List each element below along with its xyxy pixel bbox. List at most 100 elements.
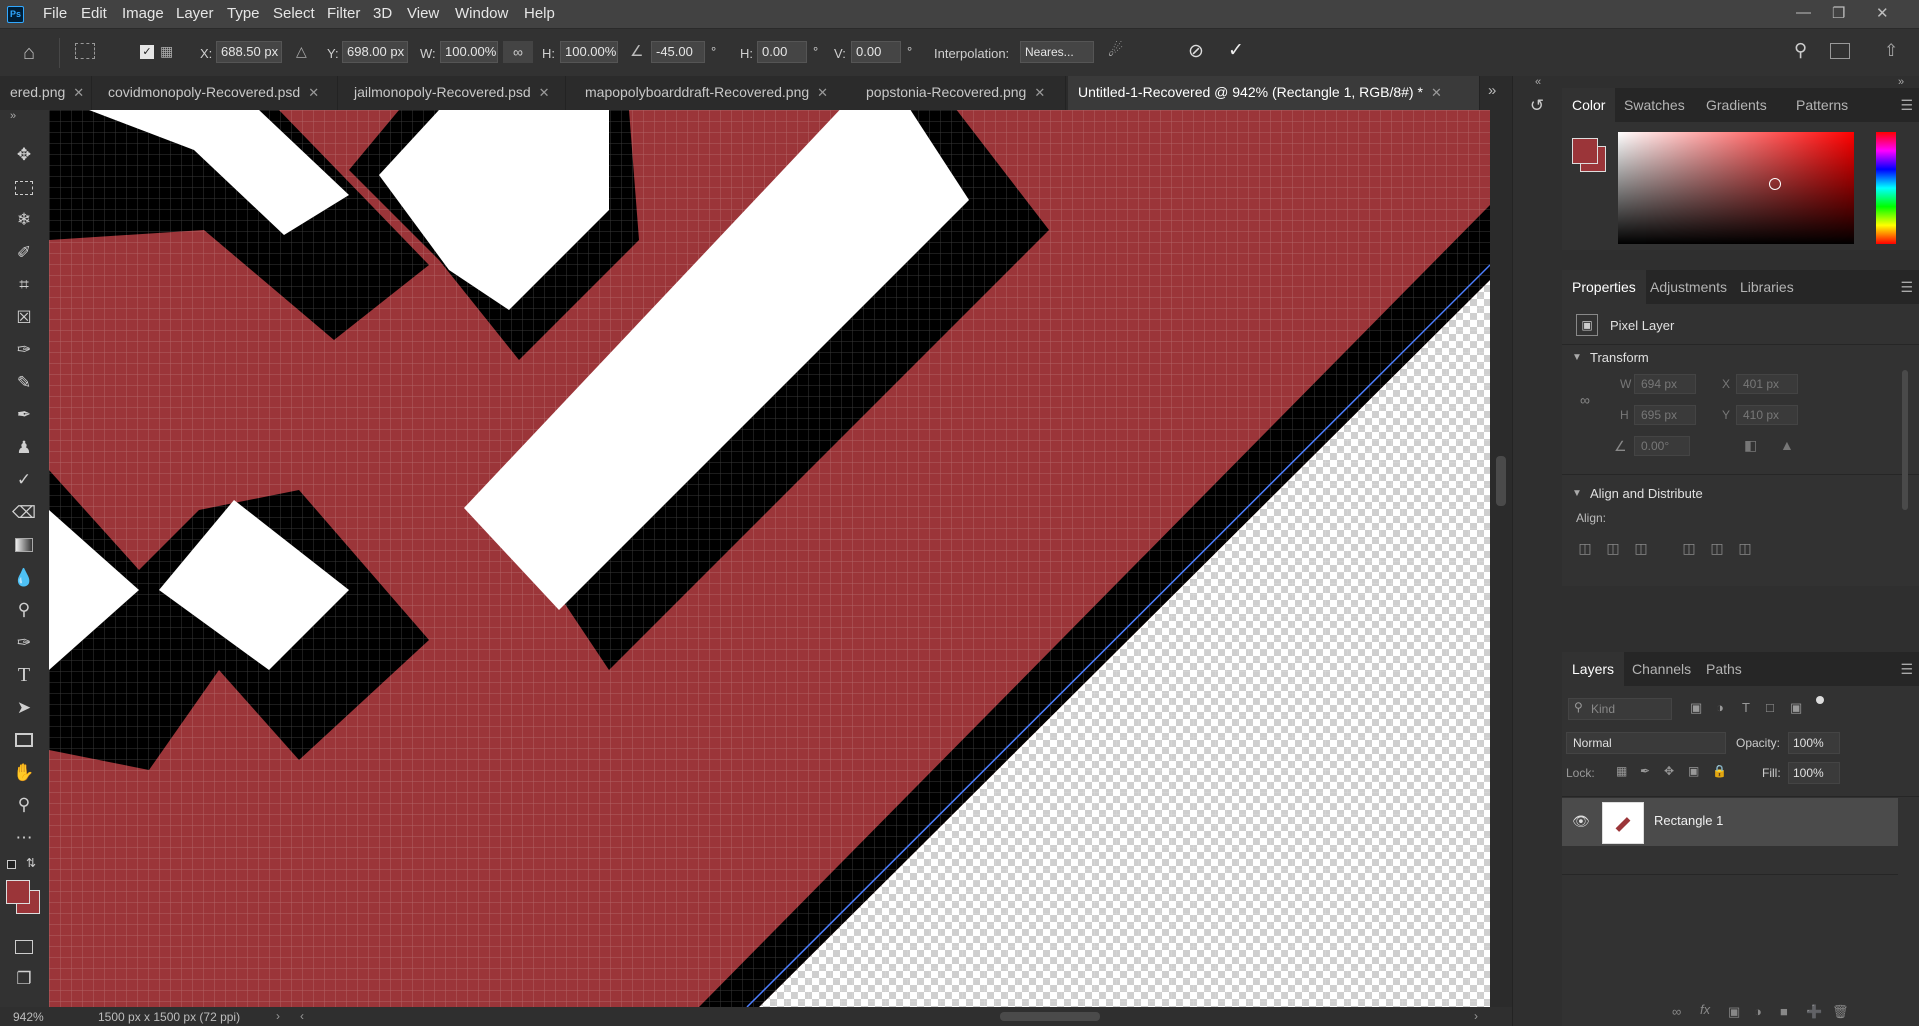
scroll-thumb[interactable] [1496,456,1506,506]
flip-horizontal-icon[interactable]: ◧ [1744,437,1757,454]
frame-tool-icon[interactable]: ☒ [12,306,36,330]
v-skew-field[interactable]: 0.00 [851,41,901,63]
menu-edit[interactable]: Edit [81,5,107,22]
tab-libraries[interactable]: Libraries [1730,270,1804,304]
menu-help[interactable]: Help [524,5,555,22]
type-tool-icon[interactable]: T [12,663,36,687]
height-field[interactable]: 100.00% [560,41,618,63]
lock-position-icon[interactable]: ✥ [1664,764,1674,778]
scroll-left-icon[interactable]: ‹ [300,1009,304,1023]
link-proportions-icon[interactable]: ∞ [503,41,533,63]
filter-pixel-icon[interactable]: ▣ [1690,700,1702,716]
new-layer-icon[interactable]: ➕ [1806,1004,1822,1020]
panel-menu-icon[interactable]: ☰ [1900,279,1913,296]
width-field[interactable]: 694 px [1634,374,1696,394]
filter-adjustment-icon[interactable]: ◑ [1716,700,1724,715]
tab-patterns[interactable]: Patterns [1786,88,1858,122]
angle-field[interactable]: 0.00° [1634,436,1690,456]
saturation-brightness-field[interactable] [1618,132,1854,244]
new-group-icon[interactable]: ■ [1780,1004,1788,1019]
layer-thumbnail[interactable] [1602,802,1644,844]
tab-adjustments[interactable]: Adjustments [1640,270,1737,304]
warp-mode-icon[interactable]: ☄ [1108,41,1123,61]
close-tab-icon[interactable]: ✕ [308,85,319,100]
menu-window[interactable]: Window [455,5,508,22]
layer-row[interactable]: 👁 Rectangle 1 [1562,798,1898,846]
close-window-icon[interactable]: ✕ [1876,4,1889,22]
healing-brush-tool-icon[interactable]: ✎ [12,371,36,395]
tab-channels[interactable]: Channels [1622,652,1701,686]
menu-3d[interactable]: 3D [373,5,392,22]
chevron-down-icon[interactable]: ▼ [1572,352,1582,363]
tab-gradients[interactable]: Gradients [1696,88,1777,122]
align-center-horizontal-icon[interactable]: ◫ [1604,540,1622,558]
relative-position-icon[interactable]: △ [296,43,307,60]
crop-tool-icon[interactable]: ⌗ [12,273,36,297]
h-skew-field[interactable]: 0.00 [757,41,807,63]
swap-colors-icon[interactable]: ⇅ [26,856,36,870]
lock-transparent-icon[interactable]: ▦ [1616,764,1627,778]
collapse-panels-icon[interactable]: » [1898,76,1904,88]
document-canvas[interactable] [49,110,1490,1007]
workspace-icon[interactable] [1830,43,1850,59]
tab-document[interactable]: popstonia-Recovered.png ✕ [856,76,1066,110]
lock-artboard-icon[interactable]: ▣ [1688,764,1699,778]
rectangle-tool-icon[interactable] [12,728,36,752]
edit-toolbar-icon[interactable]: ⋯ [12,826,36,850]
transform-section-title[interactable]: Transform [1590,350,1649,365]
search-icon[interactable]: ⚲ [1794,40,1807,61]
properties-scrollbar[interactable] [1902,370,1908,510]
close-tab-icon[interactable]: ✕ [1034,85,1045,100]
history-brush-tool-icon[interactable]: ✓ [12,468,36,492]
home-icon[interactable]: ⌂ [23,42,35,65]
stamp-tool-icon[interactable]: ♟ [12,436,36,460]
marquee-tool-icon[interactable] [12,176,36,200]
close-tab-icon[interactable]: ✕ [73,85,84,100]
adjustment-layer-icon[interactable]: ◑ [1754,1004,1762,1019]
interpolation-select[interactable]: Neares... [1020,41,1094,63]
history-panel-icon[interactable]: ↺ [1525,96,1549,120]
filter-type-icon[interactable]: T [1742,700,1750,715]
move-tool-icon[interactable]: ✥ [12,143,36,167]
align-right-icon[interactable]: ◫ [1632,540,1650,558]
fill-field[interactable]: 100% [1788,762,1840,784]
menu-view[interactable]: View [407,5,439,22]
expand-panels-icon[interactable]: « [1535,76,1541,88]
align-section-title[interactable]: Align and Distribute [1590,486,1703,501]
tab-paths[interactable]: Paths [1696,652,1752,686]
zoom-level[interactable]: 942% [13,1010,44,1024]
tab-properties[interactable]: Properties [1562,270,1646,304]
hand-tool-icon[interactable]: ✋ [12,761,36,785]
default-colors-icon[interactable] [7,860,16,869]
zoom-tool-icon[interactable]: ⚲ [12,793,36,817]
restore-icon[interactable]: ❐ [1832,4,1845,22]
tab-swatches[interactable]: Swatches [1614,88,1695,122]
height-field[interactable]: 695 px [1634,405,1696,425]
lock-all-icon[interactable]: 🔒 [1712,764,1727,778]
y-field[interactable]: 410 px [1736,405,1798,425]
filter-smart-object-icon[interactable]: ▣ [1790,700,1802,716]
collapse-toolbar-icon[interactable]: » [10,110,16,122]
menu-image[interactable]: Image [122,5,164,22]
color-picker-handle[interactable] [1769,178,1781,190]
tab-document[interactable]: ered.png ✕ [0,76,92,110]
tab-document[interactable]: mapopolyboarddraft-Recovered.png ✕ [575,76,857,110]
menu-type[interactable]: Type [227,5,260,22]
opacity-field[interactable]: 100% [1788,732,1840,754]
pen-tool-icon[interactable]: ✑ [12,631,36,655]
screen-mode-icon[interactable]: ❐ [12,967,36,991]
vertical-scrollbar[interactable] [1490,110,1512,1007]
link-layers-icon[interactable]: ∞ [1672,1004,1681,1019]
foreground-color-swatch[interactable] [6,880,30,904]
align-top-icon[interactable]: ◫ [1680,540,1698,558]
transform-preset-icon[interactable] [75,43,95,59]
x-position-field[interactable]: 688.50 px [216,41,282,63]
quick-selection-tool-icon[interactable]: ✐ [12,241,36,265]
delete-layer-icon[interactable]: 🗑 [1832,1004,1849,1020]
panel-menu-icon[interactable]: ☰ [1900,661,1913,678]
filter-shape-icon[interactable]: □ [1766,700,1774,715]
path-selection-tool-icon[interactable]: ➤ [12,696,36,720]
hue-slider[interactable] [1876,132,1896,244]
add-mask-icon[interactable]: ▣ [1728,1004,1740,1020]
tab-layers[interactable]: Layers [1562,652,1625,686]
